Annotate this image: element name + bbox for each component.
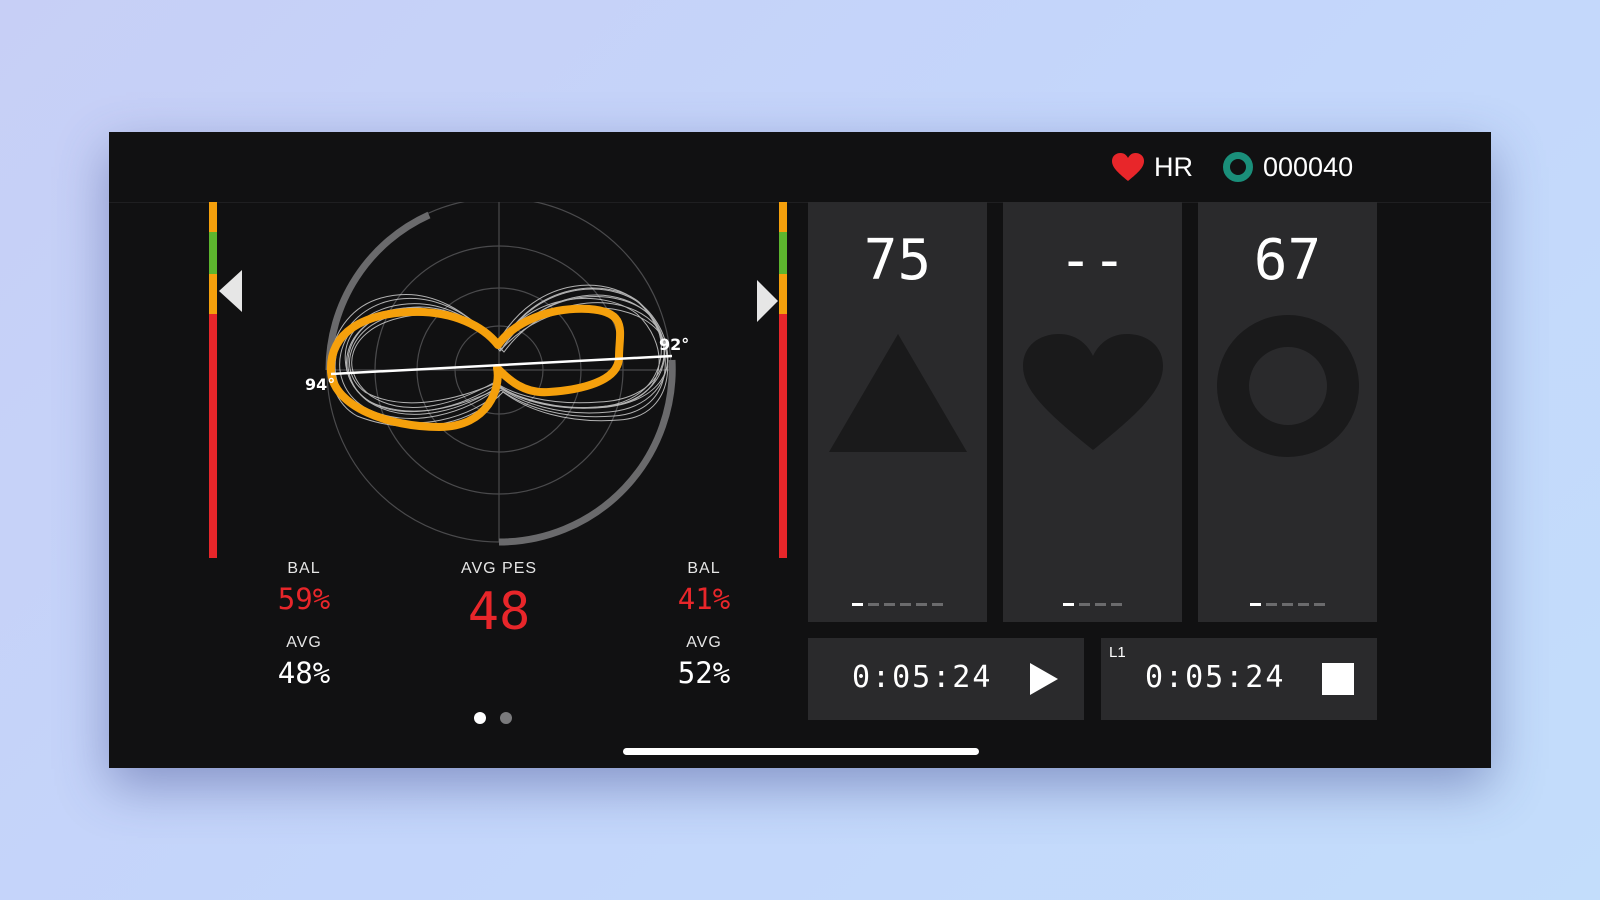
counter-status[interactable]: 000040 bbox=[1222, 150, 1353, 184]
tile-dashes bbox=[1003, 603, 1182, 606]
pedal-force-panel[interactable]: 94° 92° BAL 59% AVG 48% AVG PES 48 BAL 4… bbox=[109, 202, 799, 768]
right-balance-stat: BAL 41% bbox=[649, 560, 759, 616]
right-bal-value: 41% bbox=[677, 582, 731, 616]
lap-time: 0:05:24 bbox=[1145, 660, 1286, 695]
app-screen: HR 000040 94° 92° BAL 59% AVG 48% AVG PE… bbox=[109, 132, 1491, 768]
avg-pes-label: AVG PES bbox=[460, 560, 538, 577]
stop-icon[interactable] bbox=[1321, 662, 1355, 696]
triangle-icon bbox=[828, 334, 967, 452]
right-arrow-icon[interactable] bbox=[757, 280, 778, 322]
hr-status[interactable]: HR bbox=[1111, 150, 1193, 184]
left-average-stat: AVG 48% bbox=[249, 634, 359, 690]
metric-tile-triangle[interactable]: 75 bbox=[808, 202, 987, 622]
left-balance-gauge bbox=[209, 202, 217, 558]
left-bal-label: BAL bbox=[287, 560, 321, 577]
tile-value: 67 bbox=[1253, 228, 1322, 293]
left-avg-value: 48% bbox=[277, 656, 331, 690]
hr-label: HR bbox=[1154, 151, 1193, 182]
right-avg-value: 52% bbox=[677, 656, 731, 690]
right-balance-gauge bbox=[779, 202, 787, 558]
heart-icon bbox=[1022, 334, 1163, 450]
status-bar: HR 000040 bbox=[109, 132, 1491, 203]
ring-icon bbox=[1216, 315, 1359, 457]
tile-value: -- bbox=[1058, 228, 1127, 293]
left-balance-stat: BAL 59% bbox=[249, 560, 359, 616]
average-pes-stat: AVG PES 48 bbox=[429, 560, 569, 642]
heart-icon bbox=[1112, 153, 1144, 181]
right-bal-label: BAL bbox=[687, 560, 721, 577]
home-indicator[interactable] bbox=[623, 748, 979, 755]
average-stroke-trace bbox=[326, 304, 625, 431]
lap-timer[interactable]: L1 0:05:24 bbox=[1101, 638, 1377, 720]
tile-dashes bbox=[808, 603, 987, 606]
metric-tile-heart[interactable]: -- bbox=[1003, 202, 1182, 622]
left-arrow-icon[interactable] bbox=[219, 270, 242, 312]
avg-pes-value: 48 bbox=[467, 582, 531, 642]
right-avg-label: AVG bbox=[686, 634, 722, 651]
page-indicator[interactable] bbox=[474, 712, 512, 724]
left-range-arc bbox=[325, 211, 431, 371]
right-angle-label: 92° bbox=[659, 335, 689, 354]
left-angle-label: 94° bbox=[305, 375, 335, 394]
lap-label: L1 bbox=[1109, 644, 1126, 661]
page-dot-2[interactable] bbox=[500, 712, 512, 724]
total-time: 0:05:24 bbox=[852, 660, 993, 695]
left-bal-value: 59% bbox=[277, 582, 331, 616]
total-timer[interactable]: 0:05:24 bbox=[808, 638, 1084, 720]
counter-value: 000040 bbox=[1263, 151, 1354, 182]
right-average-stat: AVG 52% bbox=[649, 634, 759, 690]
metric-tile-ring[interactable]: 67 bbox=[1198, 202, 1377, 622]
play-icon[interactable] bbox=[1026, 662, 1060, 696]
page-dot-1[interactable] bbox=[474, 712, 486, 724]
ring-icon bbox=[1223, 152, 1253, 182]
left-avg-label: AVG bbox=[286, 634, 322, 651]
tile-value: 75 bbox=[863, 228, 932, 293]
tile-dashes bbox=[1198, 603, 1377, 606]
